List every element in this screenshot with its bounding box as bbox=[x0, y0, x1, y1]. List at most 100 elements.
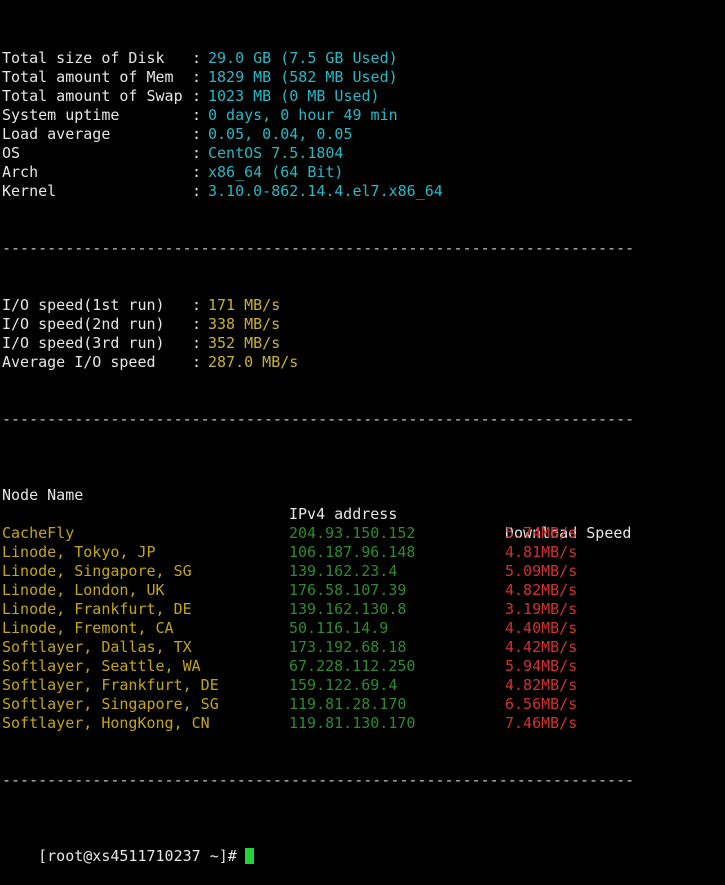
download-speed-cell: 3.19MB/s bbox=[505, 600, 578, 618]
download-speed-cell: 4.42MB/s bbox=[505, 638, 578, 656]
download-speed-cell: 4.81MB/s bbox=[505, 543, 578, 561]
colon-separator: : bbox=[192, 125, 202, 143]
speedtest-header: Node Name IPv4 address Download Speed bbox=[0, 467, 725, 542]
system-info-section: Total size of Disk:29.0 GB (7.5 GB Used)… bbox=[0, 49, 725, 201]
table-row: Linode, Singapore, SG 139.162.23.4 5.09MB/… bbox=[0, 562, 725, 581]
io-speed-row: I/O speed(3rd run):352 MB/s bbox=[0, 334, 725, 353]
io-speed-label: I/O speed(1st run) bbox=[2, 296, 165, 314]
terminal-window[interactable]: Total size of Disk:29.0 GB (7.5 GB Used)… bbox=[0, 0, 725, 865]
ipv4-address-cell: 139.162.130.8 bbox=[289, 600, 407, 618]
colon-separator: : bbox=[192, 182, 202, 200]
download-speed-cell: 7.46MB/s bbox=[505, 714, 578, 732]
node-name-cell: Softlayer, Seattle, WA bbox=[2, 657, 201, 675]
io-speed-value: 338 MB/s bbox=[208, 315, 281, 333]
ipv4-address-cell: 106.187.96.148 bbox=[289, 543, 416, 561]
sysinfo-label: OS bbox=[2, 144, 21, 162]
divider: ----------------------------------------… bbox=[2, 410, 635, 428]
table-row: Linode, Tokyo, JP 106.187.96.148 4.81MB/s bbox=[0, 543, 725, 562]
download-speed-cell: 5.94MB/s bbox=[505, 657, 578, 675]
io-speed-section: I/O speed(1st run):171 MB/s I/O speed(2nd… bbox=[0, 296, 725, 372]
sysinfo-row: Total amount of Swap:1023 MB (0 MB Used) bbox=[0, 87, 725, 106]
sysinfo-label: Kernel bbox=[2, 182, 57, 200]
speedtest-table: CacheFly 204.93.150.152 5.74MB/s Linode, To… bbox=[0, 524, 725, 733]
ipv4-address-cell: 119.81.28.170 bbox=[289, 695, 407, 713]
table-row: Softlayer, Frankfurt, DE 159.122.69.4 4.82… bbox=[0, 676, 725, 695]
sysinfo-value: x86_64 (64 Bit) bbox=[208, 163, 344, 181]
command-prompt-line[interactable]: [root@xs4511710237 ~]# bbox=[0, 828, 725, 865]
node-name-cell: Linode, Frankfurt, DE bbox=[2, 600, 192, 618]
sysinfo-value: 1829 MB (582 MB Used) bbox=[208, 68, 398, 86]
sysinfo-label: System uptime bbox=[2, 106, 120, 124]
io-speed-row: I/O speed(2nd run):338 MB/s bbox=[0, 315, 725, 334]
io-speed-row: Average I/O speed:287.0 MB/s bbox=[0, 353, 725, 372]
colon-separator: : bbox=[192, 334, 202, 352]
colon-separator: : bbox=[192, 353, 202, 371]
sysinfo-row: Total size of Disk:29.0 GB (7.5 GB Used) bbox=[0, 49, 725, 68]
sysinfo-value: 3.10.0-862.14.4.el7.x86_64 bbox=[208, 182, 443, 200]
sysinfo-row: System uptime:0 days, 0 hour 49 min bbox=[0, 106, 725, 125]
download-speed-cell: 4.82MB/s bbox=[505, 581, 578, 599]
table-row: Softlayer, Singapore, SG 119.81.28.170 6.5… bbox=[0, 695, 725, 714]
divider: ----------------------------------------… bbox=[2, 239, 635, 257]
table-row: CacheFly 204.93.150.152 5.74MB/s bbox=[0, 524, 725, 543]
table-row: Linode, London, UK 176.58.107.39 4.82MB/s bbox=[0, 581, 725, 600]
terminal-cursor[interactable] bbox=[244, 848, 254, 864]
colon-separator: : bbox=[192, 296, 202, 314]
table-row: Linode, Fremont, CA 50.116.14.9 4.40MB/s bbox=[0, 619, 725, 638]
sysinfo-label: Total amount of Mem bbox=[2, 68, 174, 86]
sysinfo-label: Arch bbox=[2, 163, 39, 181]
colon-separator: : bbox=[192, 106, 202, 124]
sysinfo-value: 0 days, 0 hour 49 min bbox=[208, 106, 398, 124]
table-row: Softlayer, Dallas, TX 173.192.68.18 4.42MB… bbox=[0, 638, 725, 657]
io-speed-label: I/O speed(2nd run) bbox=[2, 315, 165, 333]
node-name-cell: Softlayer, Singapore, SG bbox=[2, 695, 219, 713]
io-speed-label: I/O speed(3rd run) bbox=[2, 334, 165, 352]
table-row: Softlayer, Seattle, WA 67.228.112.250 5.94… bbox=[0, 657, 725, 676]
download-speed-cell: 5.09MB/s bbox=[505, 562, 578, 580]
shell-prompt: [root@xs4511710237 ~]# bbox=[38, 847, 237, 865]
download-speed-cell: 4.40MB/s bbox=[505, 619, 578, 637]
colon-separator: : bbox=[192, 163, 202, 181]
table-row: Linode, Frankfurt, DE 139.162.130.8 3.19MB… bbox=[0, 600, 725, 619]
sysinfo-row: Total amount of Mem:1829 MB (582 MB Used… bbox=[0, 68, 725, 87]
sysinfo-label: Total size of Disk bbox=[2, 49, 165, 67]
colon-separator: : bbox=[192, 68, 202, 86]
column-header-ipv4-address: IPv4 address bbox=[289, 505, 398, 523]
node-name-cell: Linode, Fremont, CA bbox=[2, 619, 174, 637]
io-speed-value: 171 MB/s bbox=[208, 296, 281, 314]
download-speed-cell: 5.74MB/s bbox=[505, 524, 578, 542]
ipv4-address-cell: 204.93.150.152 bbox=[289, 524, 416, 542]
sysinfo-value: 29.0 GB (7.5 GB Used) bbox=[208, 49, 398, 67]
column-header-node-name: Node Name bbox=[2, 486, 84, 504]
table-row: Softlayer, HongKong, CN 119.81.130.170 7.4… bbox=[0, 714, 725, 733]
sysinfo-row: Kernel:3.10.0-862.14.4.el7.x86_64 bbox=[0, 182, 725, 201]
colon-separator: : bbox=[192, 315, 202, 333]
node-name-cell: Linode, Tokyo, JP bbox=[2, 543, 156, 561]
sysinfo-value: CentOS 7.5.1804 bbox=[208, 144, 344, 162]
sysinfo-row: Load average:0.05, 0.04, 0.05 bbox=[0, 125, 725, 144]
sysinfo-label: Total amount of Swap bbox=[2, 87, 183, 105]
colon-separator: : bbox=[192, 49, 202, 67]
node-name-cell: Softlayer, Dallas, TX bbox=[2, 638, 192, 656]
io-speed-label: Average I/O speed bbox=[2, 353, 156, 371]
node-name-cell: Linode, London, UK bbox=[2, 581, 165, 599]
io-speed-value: 352 MB/s bbox=[208, 334, 281, 352]
sysinfo-label: Load average bbox=[2, 125, 111, 143]
ipv4-address-cell: 176.58.107.39 bbox=[289, 581, 407, 599]
io-speed-row: I/O speed(1st run):171 MB/s bbox=[0, 296, 725, 315]
node-name-cell: Softlayer, HongKong, CN bbox=[2, 714, 210, 732]
ipv4-address-cell: 67.228.112.250 bbox=[289, 657, 416, 675]
node-name-cell: Linode, Singapore, SG bbox=[2, 562, 192, 580]
ipv4-address-cell: 50.116.14.9 bbox=[289, 619, 389, 637]
divider: ----------------------------------------… bbox=[2, 771, 635, 789]
sysinfo-row: Arch: x86_64 (64 Bit) bbox=[0, 163, 725, 182]
colon-separator: : bbox=[192, 144, 202, 162]
ipv4-address-cell: 139.162.23.4 bbox=[289, 562, 398, 580]
ipv4-address-cell: 173.192.68.18 bbox=[289, 638, 407, 656]
ipv4-address-cell: 119.81.130.170 bbox=[289, 714, 416, 732]
sysinfo-value: 0.05, 0.04, 0.05 bbox=[208, 125, 353, 143]
download-speed-cell: 4.82MB/s bbox=[505, 676, 578, 694]
download-speed-cell: 6.56MB/s bbox=[505, 695, 578, 713]
colon-separator: : bbox=[192, 87, 202, 105]
sysinfo-value: 1023 MB (0 MB Used) bbox=[208, 87, 380, 105]
